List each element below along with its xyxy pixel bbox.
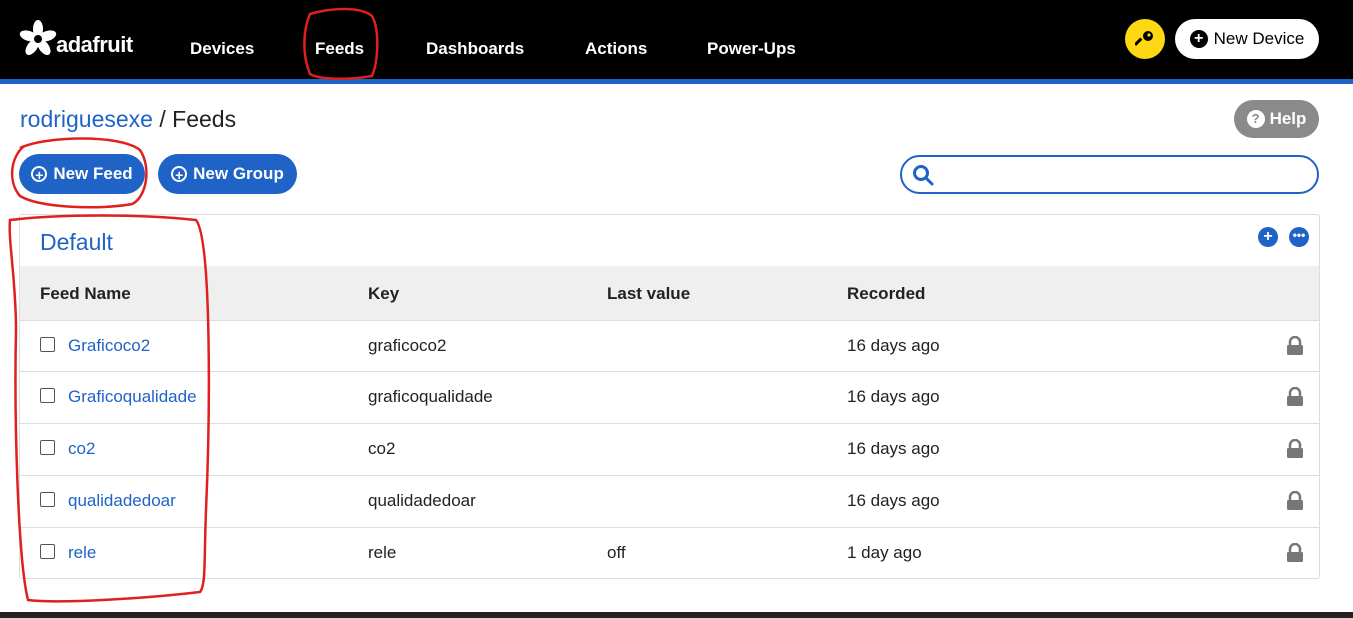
column-header-last-value[interactable]: Last value — [607, 284, 690, 304]
feed-recorded: 16 days ago — [847, 336, 940, 355]
plus-circle-icon: + — [171, 166, 188, 183]
table-row: Graficoco2 graficoco2 16 days ago — [20, 320, 1319, 373]
plus-icon: + — [1189, 30, 1208, 48]
search-input[interactable] — [942, 162, 1306, 188]
nav-actions[interactable]: Actions — [585, 39, 647, 59]
row-checkbox[interactable] — [40, 492, 55, 507]
flower-logo-icon — [19, 20, 57, 55]
table-row: co2 co2 16 days ago — [20, 423, 1319, 476]
lock-icon[interactable] — [1286, 543, 1304, 563]
search-icon — [913, 165, 934, 186]
feed-key: rele — [368, 543, 397, 562]
column-header-key[interactable]: Key — [368, 284, 399, 304]
feed-name-link[interactable]: qualidadedoar — [68, 491, 176, 511]
more-options-icon[interactable]: ••• — [1289, 227, 1309, 247]
new-feed-label: New Feed — [53, 164, 133, 183]
feed-recorded: 16 days ago — [847, 387, 940, 406]
nav-devices[interactable]: Devices — [190, 39, 254, 59]
row-checkbox[interactable] — [40, 440, 55, 455]
breadcrumb-separator: / — [152, 106, 173, 132]
lock-icon[interactable] — [1286, 491, 1304, 511]
feed-recorded: 1 day ago — [847, 543, 922, 562]
table-row: rele rele off 1 day ago — [20, 527, 1319, 580]
breadcrumb-user-link[interactable]: rodriguesexe — [20, 106, 153, 132]
group-title[interactable]: Default — [40, 229, 113, 256]
logo-text: adafruit — [56, 32, 133, 57]
new-group-label: New Group — [193, 164, 284, 183]
new-device-button[interactable]: + New Device — [1175, 19, 1319, 59]
column-header-feed-name[interactable]: Feed Name — [40, 284, 131, 304]
feed-recorded: 16 days ago — [847, 491, 940, 510]
feed-last-value: off — [607, 543, 626, 562]
lock-icon[interactable] — [1286, 336, 1304, 356]
nav-power-ups[interactable]: Power-Ups — [707, 39, 796, 59]
lock-icon[interactable] — [1286, 439, 1304, 459]
row-checkbox[interactable] — [40, 388, 55, 403]
new-device-label: New Device — [1213, 29, 1305, 48]
breadcrumb: rodriguesexe / Feeds — [20, 106, 236, 133]
table-header: Feed Name Key Last value Recorded — [20, 266, 1319, 320]
feed-key: qualidadedoar — [368, 491, 476, 510]
new-feed-button[interactable]: + New Feed — [19, 154, 145, 194]
top-navbar: adafruit Devices Feeds Dashboards Action… — [0, 0, 1353, 79]
feed-name-link[interactable]: Graficoco2 — [68, 336, 150, 356]
feed-name-link[interactable]: co2 — [68, 439, 95, 459]
plus-circle-icon: + — [31, 166, 48, 183]
nav-dashboards[interactable]: Dashboards — [426, 39, 524, 59]
feed-key: graficoco2 — [368, 336, 447, 355]
help-label: Help — [1269, 109, 1307, 128]
feed-key: graficoqualidade — [368, 387, 493, 406]
adafruit-logo[interactable]: adafruit — [18, 18, 133, 60]
table-row: qualidadedoar qualidadedoar 16 days ago — [20, 475, 1319, 528]
help-button[interactable]: ? Help — [1234, 100, 1319, 138]
feed-group-panel: Default + ••• Feed Name Key Last value R… — [19, 214, 1320, 579]
new-group-button[interactable]: + New Group — [158, 154, 297, 194]
navbar-accent-line — [0, 79, 1353, 84]
feed-key: co2 — [368, 439, 396, 458]
question-icon: ? — [1246, 110, 1265, 128]
api-key-button[interactable] — [1125, 19, 1165, 59]
column-header-recorded[interactable]: Recorded — [847, 284, 925, 304]
row-checkbox[interactable] — [40, 337, 55, 352]
key-icon — [1135, 31, 1153, 46]
feed-name-link[interactable]: Graficoqualidade — [68, 387, 197, 407]
add-feed-icon[interactable]: + — [1258, 227, 1278, 247]
search-box — [900, 155, 1319, 194]
feed-name-link[interactable]: rele — [68, 543, 96, 563]
nav-feeds[interactable]: Feeds — [315, 39, 364, 59]
footer-strip — [0, 612, 1353, 618]
row-checkbox[interactable] — [40, 544, 55, 559]
breadcrumb-current-page: Feeds — [172, 106, 237, 132]
feed-recorded: 16 days ago — [847, 439, 940, 458]
table-row: Graficoqualidade graficoqualidade 16 day… — [20, 371, 1319, 424]
lock-icon[interactable] — [1286, 387, 1304, 407]
